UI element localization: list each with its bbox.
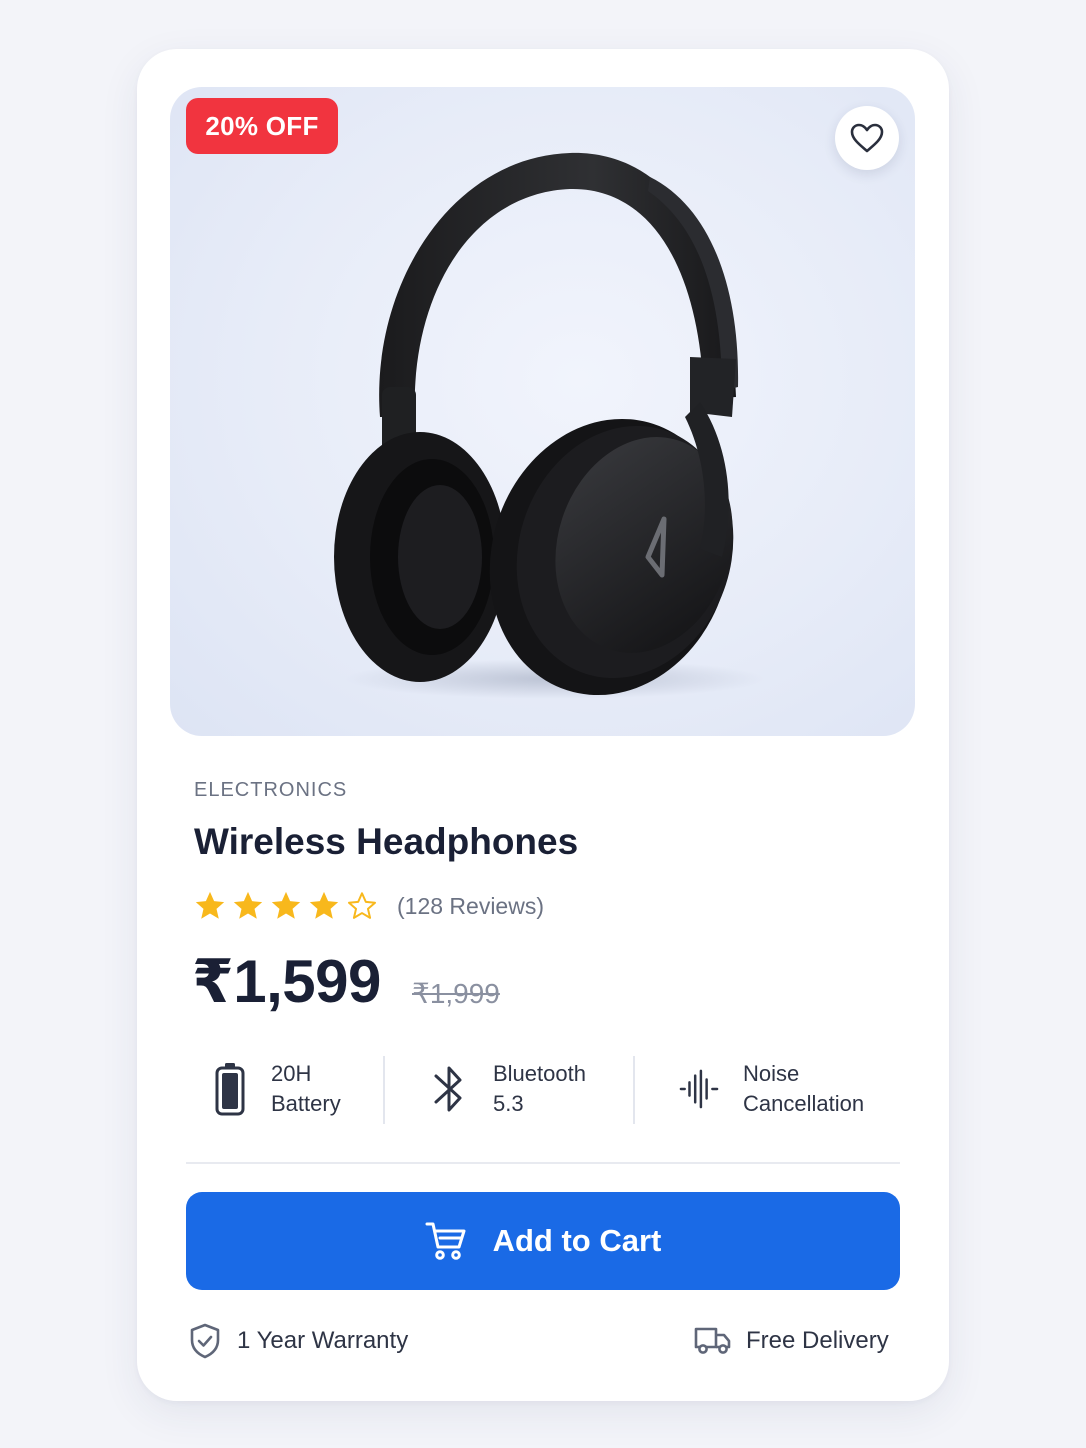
wishlist-button[interactable] [835, 106, 899, 170]
feature-list: 20H Battery Bluetooth 5.3 Noise Cancella… [187, 1053, 901, 1125]
star-outline-icon [347, 892, 377, 919]
feature-divider [633, 1056, 635, 1124]
product-card: 20% OFF ELECTRONICS Wireless Headphones … [137, 49, 949, 1401]
product-title: Wireless Headphones [194, 821, 579, 862]
original-price: ₹1,999 [412, 978, 500, 1009]
delivery-text: Free Delivery [746, 1327, 889, 1354]
discount-badge: 20% OFF [186, 98, 338, 154]
review-count[interactable]: (128 Reviews) [397, 893, 544, 920]
rating: (128 Reviews) [193, 889, 544, 923]
product-category: ELECTRONICS [194, 779, 348, 801]
feature-battery-line2: Battery [271, 1091, 341, 1116]
feature-noise-line2: Cancellation [743, 1091, 865, 1116]
shield-check-icon [190, 1323, 220, 1359]
sound-wave-icon [679, 1067, 719, 1111]
section-divider [186, 1162, 900, 1164]
truck-icon [694, 1327, 731, 1354]
heart-icon [850, 123, 884, 153]
add-to-cart-label: Add to Cart [492, 1223, 662, 1258]
product-image-panel: 20% OFF [170, 87, 915, 736]
feature-bluetooth-line1: Bluetooth [493, 1061, 586, 1086]
feature-bluetooth: Bluetooth 5.3 [431, 1053, 586, 1125]
feature-divider [383, 1056, 385, 1124]
bluetooth-icon [431, 1062, 467, 1116]
discount-badge-label: 20% OFF [205, 110, 319, 141]
battery-icon [213, 1062, 247, 1116]
warranty-text: 1 Year Warranty [237, 1327, 409, 1354]
feature-bluetooth-line2: 5.3 [493, 1091, 524, 1116]
feature-battery: 20H Battery [213, 1053, 341, 1125]
star-filled-icon [195, 891, 225, 919]
feature-noise-cancellation: Noise Cancellation [679, 1053, 864, 1125]
star-filled-icon [271, 891, 301, 919]
product-image[interactable] [170, 87, 915, 736]
cart-icon [425, 1222, 466, 1260]
star-filled-icon [309, 891, 339, 919]
warranty-info: 1 Year Warranty [189, 1321, 408, 1361]
feature-noise-line1: Noise [743, 1061, 800, 1086]
current-price: ₹1,599 [192, 948, 381, 1015]
add-to-cart-button[interactable]: Add to Cart [186, 1192, 900, 1290]
star-filled-icon [233, 891, 263, 919]
feature-battery-line1: 20H [271, 1061, 312, 1086]
delivery-info: Free Delivery [694, 1321, 889, 1361]
